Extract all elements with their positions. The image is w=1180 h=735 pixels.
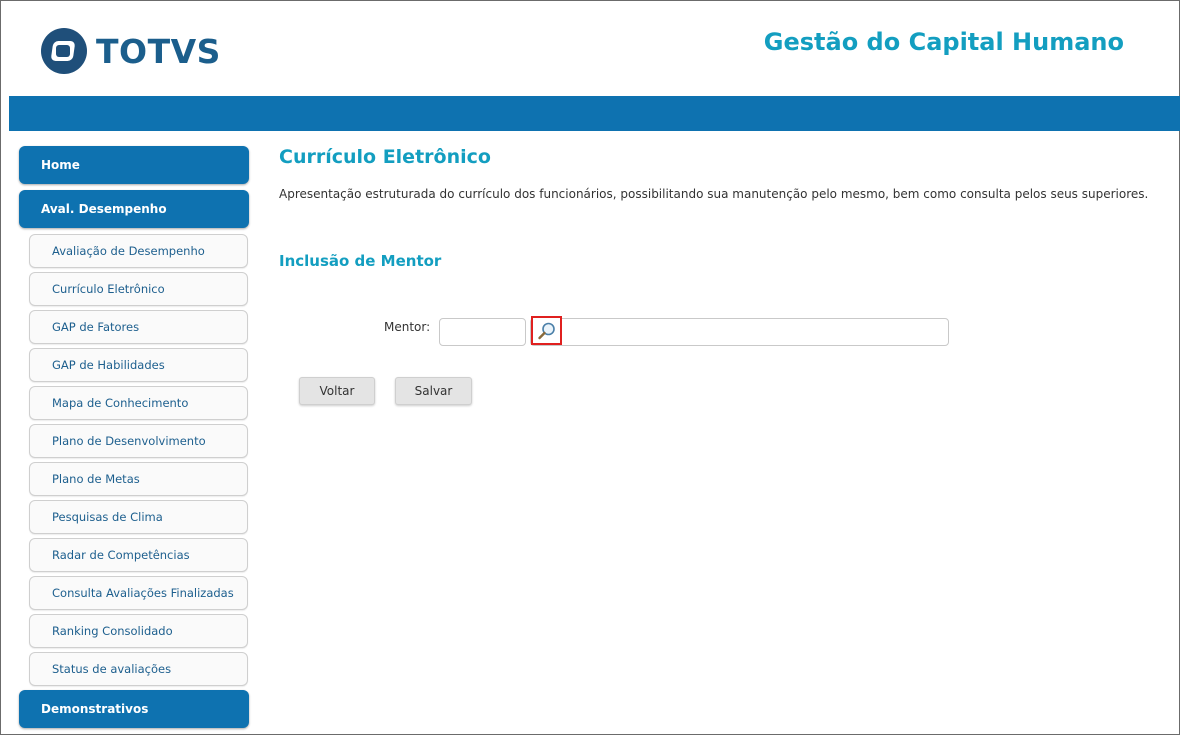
page-description: Apresentação estruturada do currículo do… bbox=[279, 187, 1149, 201]
section-title: Inclusão de Mentor bbox=[279, 252, 442, 270]
sidebar-item-curriculo-eletronico[interactable]: Currículo Eletrônico bbox=[29, 272, 248, 306]
totvs-logo: TOTVS bbox=[41, 28, 221, 74]
sidebar-item-gap-habilidades[interactable]: GAP de Habilidades bbox=[29, 348, 248, 382]
sidebar-item-status-avaliacoes[interactable]: Status de avaliações bbox=[29, 652, 248, 686]
sidebar-item-avaliacao-desempenho[interactable]: Avaliação de Desempenho bbox=[29, 234, 248, 268]
sidebar-item-radar-competencias[interactable]: Radar de Competências bbox=[29, 538, 248, 572]
nav-aval-desempenho[interactable]: Aval. Desempenho bbox=[19, 190, 249, 228]
header-bar bbox=[9, 96, 1180, 131]
nav-demonstrativos[interactable]: Demonstrativos bbox=[19, 690, 249, 728]
mentor-label: Mentor: bbox=[384, 320, 431, 334]
back-button[interactable]: Voltar bbox=[299, 377, 375, 405]
sidebar-item-ranking-consolidado[interactable]: Ranking Consolidado bbox=[29, 614, 248, 648]
sidebar-item-consulta-avaliacoes[interactable]: Consulta Avaliações Finalizadas bbox=[29, 576, 248, 610]
sidebar-item-plano-desenvolvimento[interactable]: Plano de Desenvolvimento bbox=[29, 424, 248, 458]
nav-home[interactable]: Home bbox=[19, 146, 249, 184]
totvs-logo-icon bbox=[41, 28, 87, 74]
magnifier-icon bbox=[537, 322, 555, 339]
sidebar-item-pesquisas-clima[interactable]: Pesquisas de Clima bbox=[29, 500, 248, 534]
logo-text: TOTVS bbox=[96, 31, 221, 71]
mentor-code-input[interactable] bbox=[439, 318, 526, 346]
save-button[interactable]: Salvar bbox=[395, 377, 472, 405]
app-title: Gestão do Capital Humano bbox=[763, 28, 1124, 56]
mentor-name-input[interactable] bbox=[530, 318, 949, 346]
mentor-search-button[interactable] bbox=[531, 316, 562, 345]
sidebar-item-mapa-conhecimento[interactable]: Mapa de Conhecimento bbox=[29, 386, 248, 420]
sidebar: Home Aval. Desempenho Avaliação de Desem… bbox=[19, 146, 249, 734]
sidebar-item-plano-metas[interactable]: Plano de Metas bbox=[29, 462, 248, 496]
sidebar-item-gap-fatores[interactable]: GAP de Fatores bbox=[29, 310, 248, 344]
page-title: Currículo Eletrônico bbox=[279, 146, 491, 168]
